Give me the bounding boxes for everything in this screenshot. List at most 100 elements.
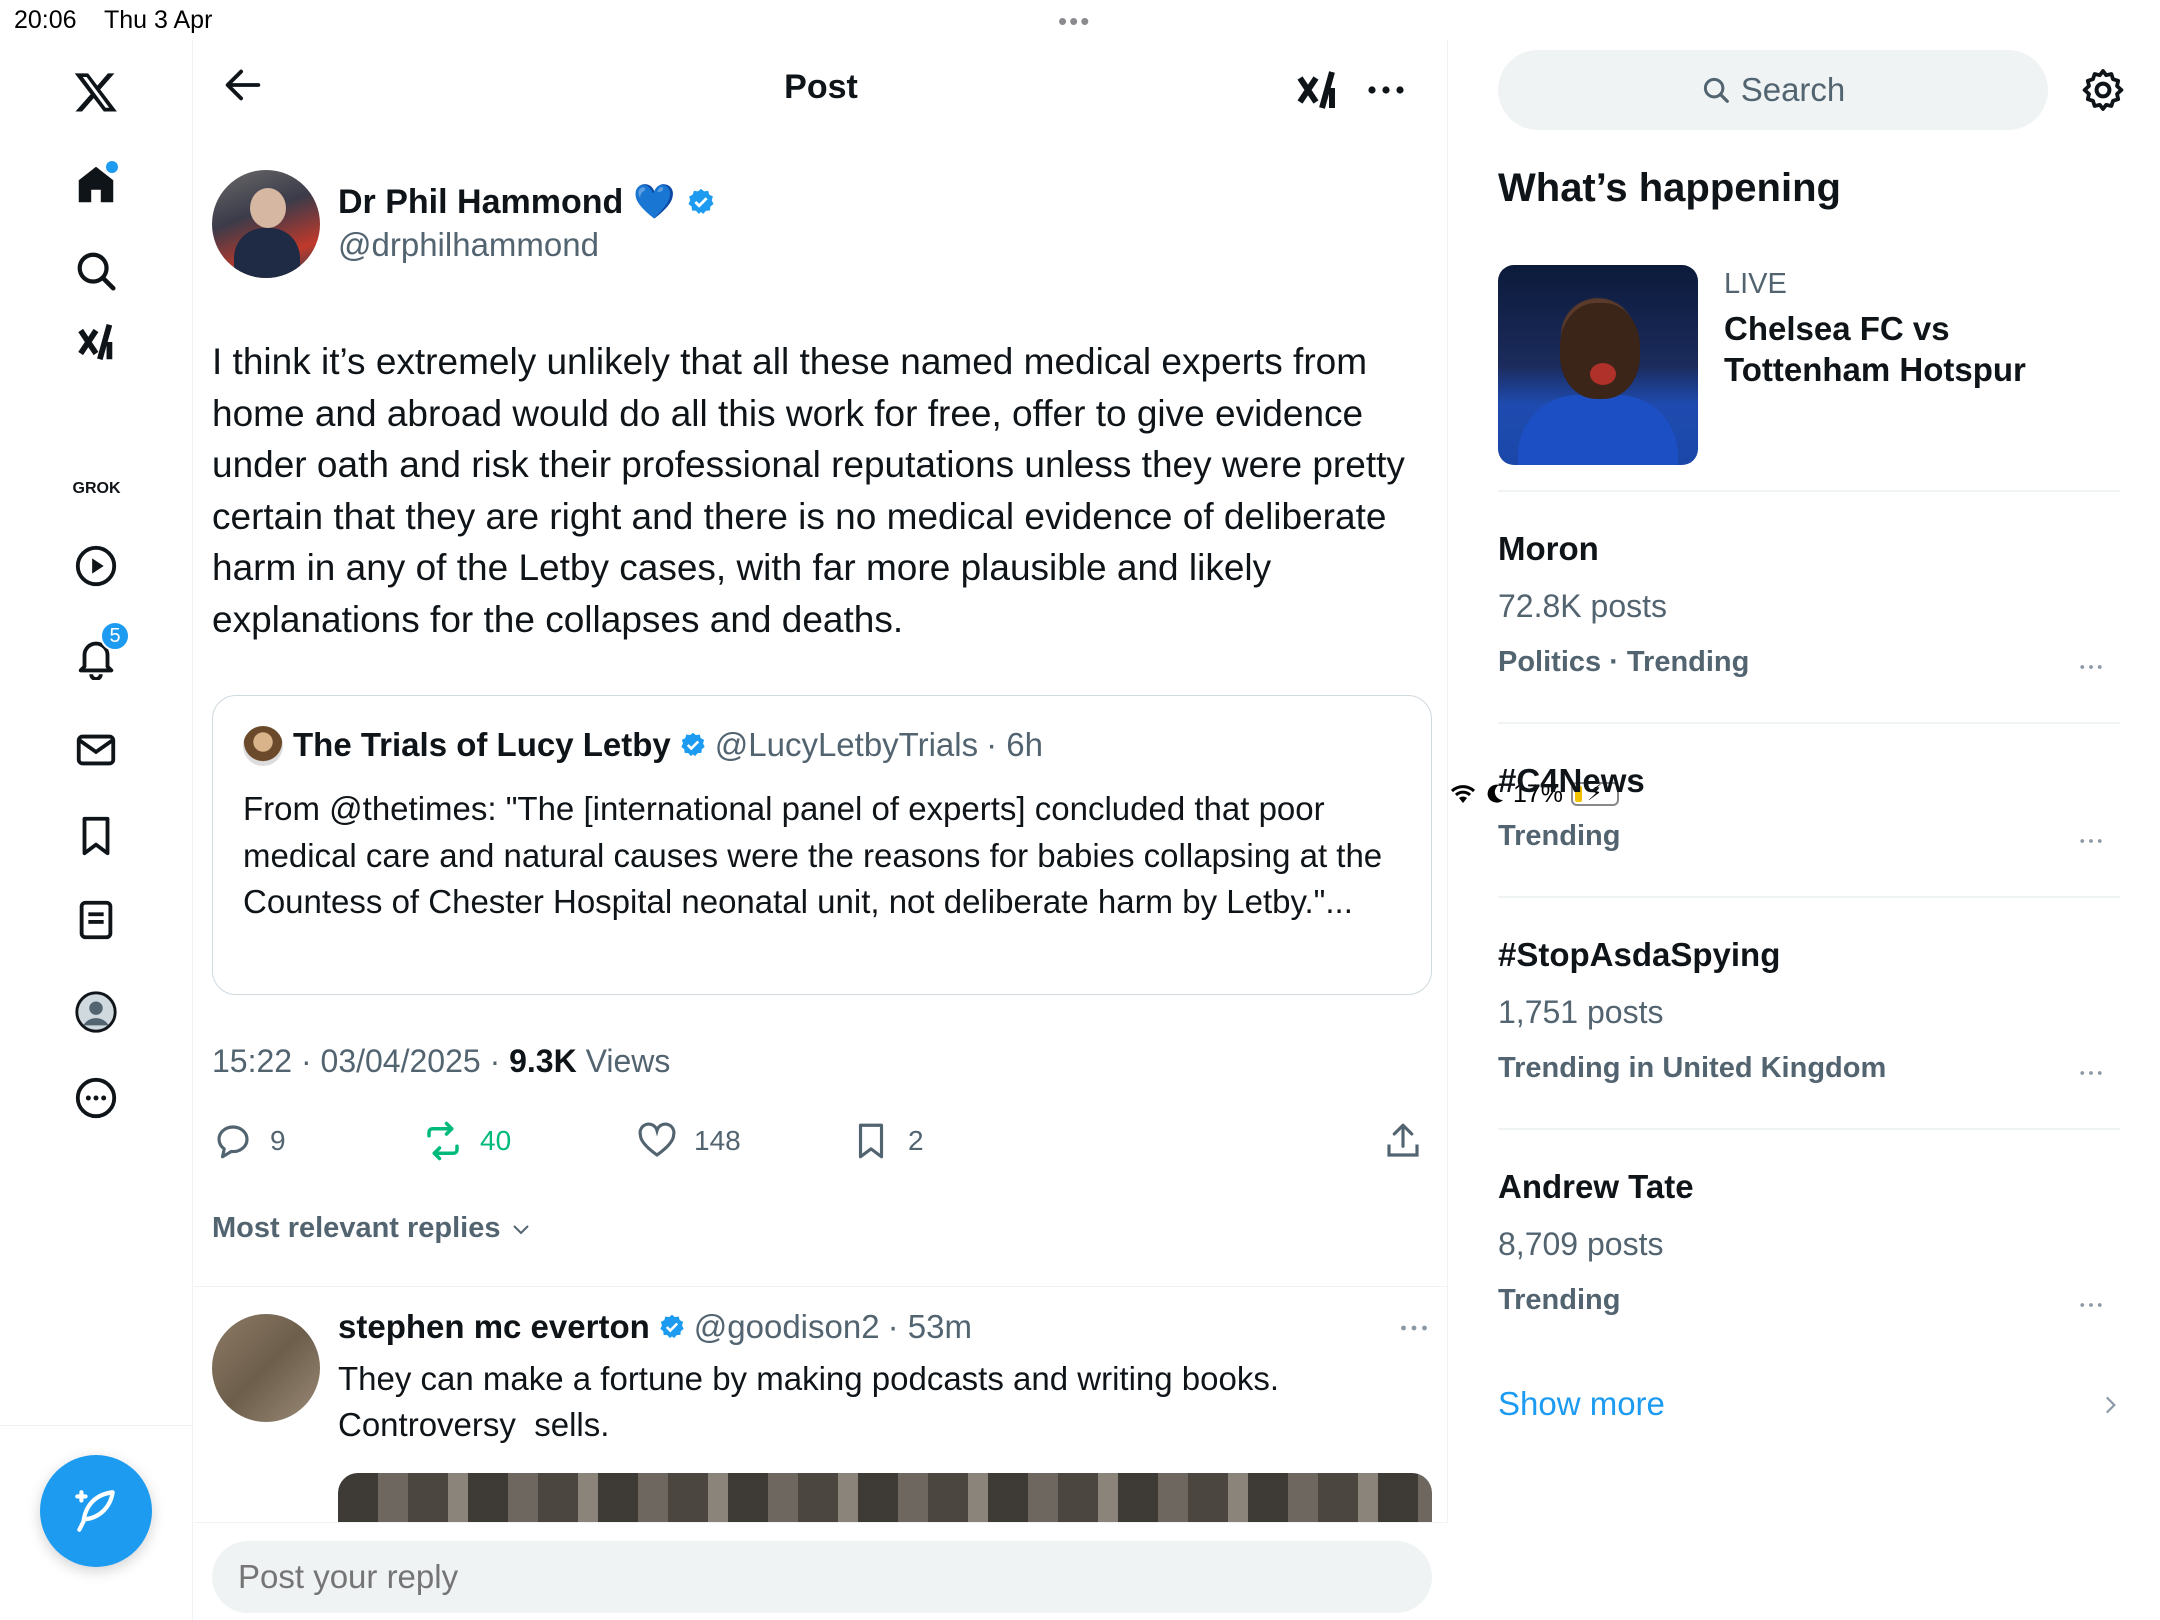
post-timestamp[interactable]: 15:22 · 03/04/2025 · xyxy=(212,1043,509,1079)
reply-text: They can make a fortune by making podcas… xyxy=(338,1356,1428,1448)
home-icon[interactable] xyxy=(66,155,126,215)
author-avatar[interactable] xyxy=(212,170,320,278)
profile-avatar-icon[interactable] xyxy=(66,982,126,1042)
trend-category: Politics · Trending xyxy=(1498,646,1750,678)
reply-time: · 53m xyxy=(887,1308,972,1345)
replies-sort-label: Most relevant replies xyxy=(212,1212,501,1244)
post-actions-bar: 9 40 148 2 xyxy=(212,1120,1432,1180)
reply-input[interactable] xyxy=(212,1541,1432,1613)
like-button[interactable]: 148 xyxy=(636,1120,741,1162)
nav-separator xyxy=(0,1425,193,1426)
reply-author-name[interactable]: stephen mc everton xyxy=(338,1308,650,1346)
reply-button[interactable]: 9 xyxy=(212,1120,286,1162)
compose-feather-icon xyxy=(75,1490,115,1532)
trend-name[interactable]: #StopAsdaSpying xyxy=(1498,936,1780,974)
bookmark-button[interactable]: 2 xyxy=(850,1120,924,1162)
bookmark-count: 2 xyxy=(908,1125,924,1156)
post-text: I think it’s extremely unlikely that all… xyxy=(212,341,1405,640)
bookmark-icon xyxy=(858,1123,884,1159)
search-placeholder: Search xyxy=(1740,71,1846,108)
reply-bubble-icon xyxy=(217,1125,249,1159)
quoted-post-card[interactable]: The Trials of Lucy Letby @LucyLetbyTrial… xyxy=(212,695,1432,995)
grok-icon[interactable] xyxy=(66,312,126,372)
replies-sort-dropdown[interactable]: Most relevant replies xyxy=(212,1212,533,1245)
chevron-right-icon[interactable] xyxy=(2097,1392,2123,1418)
verified-badge-icon xyxy=(660,1314,684,1339)
search-icon xyxy=(1703,77,1729,103)
trend-name[interactable]: #C4News xyxy=(1498,762,1645,800)
quoted-author-name: The Trials of Lucy Letby xyxy=(293,726,671,763)
reply-author-handle[interactable]: @goodison2 xyxy=(694,1308,880,1346)
live-event-title[interactable]: Chelsea FC vs Tottenham Hotspur xyxy=(1724,308,2124,390)
share-upload-icon xyxy=(1387,1123,1419,1157)
trend-divider xyxy=(1498,490,2120,492)
trend-divider xyxy=(1498,722,2120,724)
notifications-bell-icon[interactable]: 5 xyxy=(66,621,130,687)
status-date: Thu 3 Apr xyxy=(104,6,213,34)
trend-divider xyxy=(1498,1128,2120,1130)
views-label: Views xyxy=(576,1043,671,1079)
trend-divider xyxy=(1498,896,2120,898)
gear-icon[interactable] xyxy=(2079,66,2127,114)
whats-happening-title: What’s happening xyxy=(1498,166,1841,210)
bookmarks-icon[interactable] xyxy=(66,806,126,866)
quoted-post-text: From @thetimes: "The [international pane… xyxy=(243,790,1383,920)
search-box[interactable]: Search xyxy=(1498,50,2048,130)
heart-icon xyxy=(638,1122,676,1157)
author-name-row[interactable]: Dr Phil Hammond 💙 xyxy=(338,182,716,222)
reply-author-row: stephen mc everton @goodison2 · 53m xyxy=(338,1308,972,1346)
post-detail-column: Post Dr Phil Hammond 💙 @drphilhammond I … xyxy=(194,40,1448,1620)
trend-more-icon[interactable] xyxy=(2071,1290,2111,1320)
multitasking-dots[interactable]: ••• xyxy=(1058,6,1091,37)
trend-category: Trending xyxy=(1498,820,1621,852)
trend-name[interactable]: Moron xyxy=(1498,530,1599,568)
trend-more-icon[interactable] xyxy=(2071,652,2111,682)
post-more-icon[interactable] xyxy=(1362,66,1410,114)
verified-badge-icon xyxy=(681,732,705,757)
quoted-post-time: · 6h xyxy=(986,726,1043,763)
trend-category: Trending in United Kingdom xyxy=(1498,1052,1887,1084)
trend-count: 72.8K posts xyxy=(1498,588,1667,624)
chevron-down-icon xyxy=(512,1224,529,1234)
status-bar: 20:06 Thu 3 Apr ••• 17% ⚡ xyxy=(0,0,2160,808)
home-unread-dot xyxy=(106,161,118,173)
quoted-author-row: The Trials of Lucy Letby @LucyLetbyTrial… xyxy=(293,726,1043,764)
repost-count: 40 xyxy=(480,1125,512,1156)
show-more-link[interactable]: Show more xyxy=(1498,1385,1665,1423)
grok-explain-icon[interactable] xyxy=(1294,66,1342,114)
repost-icon xyxy=(427,1121,459,1161)
trend-more-icon[interactable] xyxy=(2071,1058,2111,1088)
like-count: 148 xyxy=(694,1125,741,1156)
left-navigation: GROK 5 xyxy=(0,40,193,1620)
share-button[interactable] xyxy=(1382,1120,1424,1162)
trend-more-icon[interactable] xyxy=(2071,826,2111,856)
trend-name[interactable]: Andrew Tate xyxy=(1498,1168,1694,1206)
views-count: 9.3K xyxy=(509,1043,577,1079)
notifications-badge: 5 xyxy=(100,621,130,651)
reply-composer-bar xyxy=(194,1522,1448,1620)
post-meta: 15:22 · 03/04/2025 · 9.3K Views xyxy=(212,1043,670,1080)
reply-media-image[interactable] xyxy=(338,1473,1432,1523)
reply-count: 9 xyxy=(270,1125,286,1156)
trend-category: Trending xyxy=(1498,1284,1621,1316)
live-event-thumbnail[interactable] xyxy=(1498,265,1698,465)
replies-divider xyxy=(194,1286,1448,1287)
compose-post-button[interactable] xyxy=(40,1455,152,1567)
reply-text-line: They can make a fortune by making podcas… xyxy=(338,1360,1279,1397)
right-sidebar: Search What’s happening LIVE Chelsea FC … xyxy=(1449,40,2160,1620)
trend-count: 1,751 posts xyxy=(1498,994,1664,1030)
author-name[interactable]: Dr Phil Hammond xyxy=(338,183,623,222)
author-handle[interactable]: @drphilhammond xyxy=(338,226,599,264)
reply-text-line: Controversy sells. xyxy=(338,1406,610,1443)
status-time: 20:06 xyxy=(14,6,77,34)
more-options-icon[interactable] xyxy=(66,1068,126,1128)
video-icon[interactable] xyxy=(66,536,126,596)
lists-icon[interactable] xyxy=(66,890,126,950)
repost-button[interactable]: 40 xyxy=(422,1120,511,1162)
reply-more-icon[interactable] xyxy=(1394,1310,1434,1346)
reply-author-avatar[interactable] xyxy=(212,1314,320,1422)
trend-count: 8,709 posts xyxy=(1498,1226,1664,1262)
x-logo-icon[interactable] xyxy=(66,62,126,122)
search-icon[interactable] xyxy=(66,241,126,301)
messages-envelope-icon[interactable] xyxy=(66,720,126,780)
